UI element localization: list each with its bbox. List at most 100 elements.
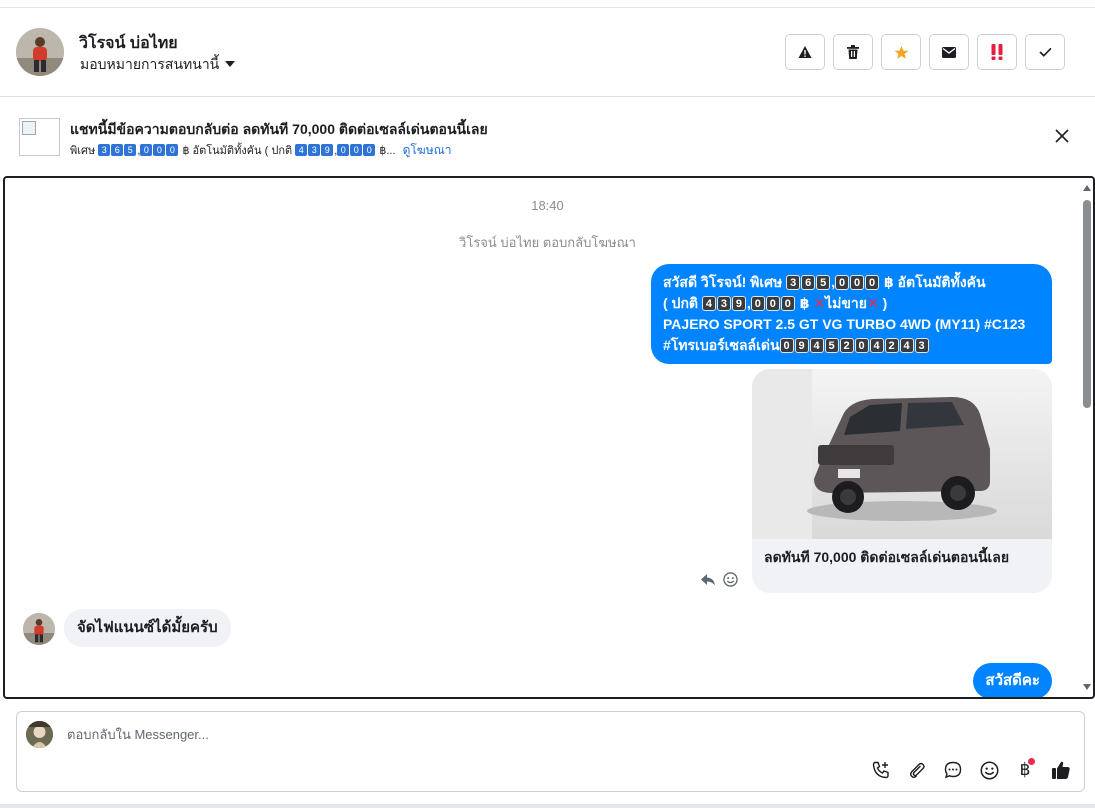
phone-plus-icon (872, 761, 889, 779)
trash-icon (847, 45, 859, 59)
mark-done-button[interactable] (1025, 34, 1065, 70)
keycap-digit: 9 (731, 296, 746, 311)
msg-price-digits: 365,000 (786, 274, 880, 290)
mark-unread-button[interactable] (929, 34, 969, 70)
ad-subtitle: พิเศษ 365,000 ฿ อัตโนมัติทั้งคัน ( ปกติ … (70, 141, 452, 160)
keycap-digit: 9 (321, 144, 334, 156)
keycap-digit: 2 (884, 338, 899, 353)
msg-greet: สวัสดี วิโรจน์! พิเศษ (663, 274, 783, 290)
keycap-digit: 6 (801, 275, 816, 290)
keycap-digit: 4 (899, 338, 914, 353)
message-composer: ฿ (16, 711, 1085, 792)
scroll-down-arrow[interactable] (1083, 684, 1091, 690)
keycap-digit: 0 (850, 275, 865, 290)
paperclip-icon (909, 762, 925, 779)
envelope-icon (942, 46, 956, 58)
message-thread[interactable]: 18:40 วิโรจน์ บ่อไทย ตอบกลับโฆษณา สวัสดี… (3, 176, 1095, 699)
msg-normal-prefix: ( ปกติ (663, 295, 699, 311)
header-actions (785, 34, 1065, 70)
system-note: วิโรจน์ บ่อไทย ตอบกลับโฆษณา (459, 235, 636, 250)
composer-tools: ฿ (870, 758, 1072, 781)
keycap-digit: 6 (111, 144, 124, 156)
msg-not-sell: ไม่ขาย (825, 295, 867, 311)
thread-scrollbar[interactable] (1081, 178, 1093, 697)
conversation-header: วิโรจน์ บ่อไทย มอบหมายการสนทนานี้ (0, 9, 1095, 97)
ad-card[interactable]: ลดทันที 70,000 ติดต่อเซลล์เด่นตอนนี้เลย (752, 369, 1052, 593)
reply-input[interactable] (65, 726, 665, 743)
msg-phone-digits: 0945204243 (779, 337, 930, 353)
ad-sub-suffix: ฿... (379, 145, 396, 157)
chat-bubble-icon (944, 761, 962, 779)
ad-normal-digits: 439,000 (295, 144, 376, 157)
sender-avatar (23, 613, 55, 645)
keycap-digit: 5 (124, 144, 137, 156)
keycap-digit: 2 (839, 338, 854, 353)
contact-avatar[interactable] (16, 28, 64, 76)
msg-after-price: ฿ อัตโนมัติทั้งคัน (883, 274, 986, 290)
call-button[interactable] (870, 759, 892, 781)
keycap-digit: 4 (809, 338, 824, 353)
keycap-digit: 5 (816, 275, 831, 290)
keycap-digit: 3 (786, 275, 801, 290)
caret-down-icon (225, 61, 236, 67)
star-button[interactable] (881, 34, 921, 70)
scroll-up-arrow[interactable] (1083, 185, 1091, 191)
keycap-digit: 3 (914, 338, 929, 353)
msg-phone-label: #โทรเบอร์เซลล์เด่น (663, 337, 780, 353)
saved-replies-button[interactable] (942, 759, 964, 781)
star-icon (894, 45, 908, 59)
top-border (0, 0, 1095, 8)
car-photo (752, 369, 1052, 539)
view-ad-link[interactable]: ดูโฆษณา (403, 143, 452, 157)
timestamp: 18:40 (531, 198, 564, 213)
attach-button[interactable] (906, 759, 928, 781)
keycap-digit: 4 (701, 296, 716, 311)
keycap-digit: 0 (779, 338, 794, 353)
keycap-digit: 0 (363, 144, 376, 156)
incoming-message[interactable]: จัดไฟแนนซ์ได้มั้ยครับ (64, 609, 231, 647)
delete-button[interactable] (833, 34, 873, 70)
msg-model: PAJERO SPORT 2.5 GT VG TURBO 4WD (MY11) … (663, 316, 1026, 332)
keycap-digit: 0 (835, 275, 850, 290)
reply-icon[interactable] (701, 573, 715, 586)
payment-button[interactable]: ฿ (1014, 758, 1036, 781)
msg-normal-digits: 439,000 (701, 295, 796, 311)
keycap-digit: 0 (350, 144, 363, 156)
ad-price-digits: 365,000 (98, 144, 179, 157)
keycap-digit: 9 (794, 338, 809, 353)
msg-normal-suffix: ฿ (799, 295, 810, 311)
check-icon (1038, 47, 1052, 57)
follow-up-button[interactable] (977, 34, 1017, 70)
mark-spam-button[interactable] (785, 34, 825, 70)
ad-sub-mid: ฿ อัตโนมัติทั้งคัน ( ปกติ (182, 145, 293, 157)
keycap-digit: 3 (308, 144, 321, 156)
ad-sub-prefix: พิเศษ (70, 145, 96, 157)
emoji-react-icon[interactable] (723, 572, 738, 587)
message-actions (701, 572, 738, 587)
bottom-border (0, 804, 1095, 808)
keycap-digit: 4 (869, 338, 884, 353)
keycap-digit: 0 (765, 296, 780, 311)
cross-icon: ✕ (813, 295, 826, 311)
keycap-digit: 0 (780, 296, 795, 311)
page-avatar (26, 721, 53, 748)
keycap-digit: 0 (166, 144, 179, 156)
scroll-thumb[interactable] (1083, 200, 1091, 408)
emoji-button[interactable] (978, 759, 1000, 781)
contact-name: วิโรจน์ บ่อไทย (79, 35, 178, 52)
keycap-digit: 5 (824, 338, 839, 353)
keycap-digit: 0 (854, 338, 869, 353)
assign-label: มอบหมายการสนทนานี้ (80, 56, 220, 72)
keycap-digit: 3 (716, 296, 731, 311)
urgent-icon (991, 44, 1003, 60)
keycap-digit: 4 (295, 144, 308, 156)
notification-dot (1028, 758, 1035, 765)
outgoing-message[interactable]: สวัสดี วิโรจน์! พิเศษ 365,000 ฿ อัตโนมัต… (651, 264, 1052, 364)
ad-card-caption: ลดทันที 70,000 ติดต่อเซลล์เด่นตอนนี้เลย (764, 549, 1010, 565)
like-button[interactable] (1050, 759, 1072, 781)
keycap-digit: 3 (98, 144, 111, 156)
ad-thumbnail (19, 118, 60, 156)
assign-conversation-dropdown[interactable]: มอบหมายการสนทนานี้ (80, 54, 236, 76)
close-icon[interactable] (1055, 129, 1069, 143)
outgoing-message[interactable]: สวัสดีคะ (973, 663, 1052, 697)
